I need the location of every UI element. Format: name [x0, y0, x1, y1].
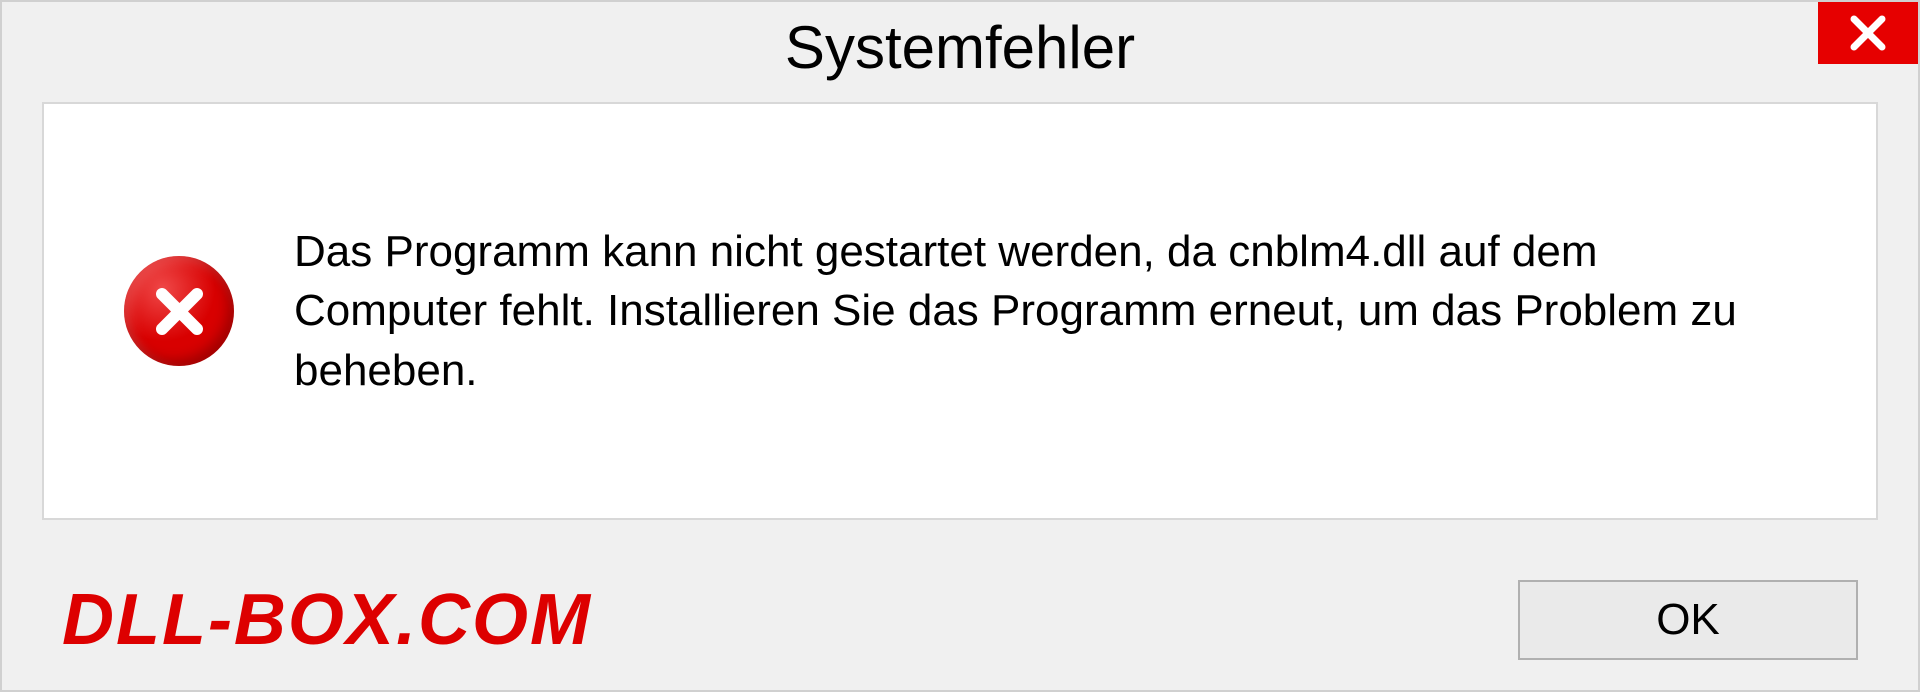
- watermark-text: DLL-BOX.COM: [62, 579, 592, 661]
- footer: DLL-BOX.COM OK: [2, 550, 1918, 690]
- close-icon: [1848, 13, 1888, 53]
- error-message: Das Programm kann nicht gestartet werden…: [294, 222, 1796, 400]
- close-button[interactable]: [1818, 2, 1918, 64]
- content-area: Das Programm kann nicht gestartet werden…: [42, 102, 1878, 520]
- system-error-dialog: Systemfehler Das Programm kann nicht ges…: [0, 0, 1920, 692]
- error-icon: [124, 256, 234, 366]
- titlebar: Systemfehler: [2, 2, 1918, 92]
- ok-button[interactable]: OK: [1518, 580, 1858, 660]
- dialog-title: Systemfehler: [785, 13, 1135, 82]
